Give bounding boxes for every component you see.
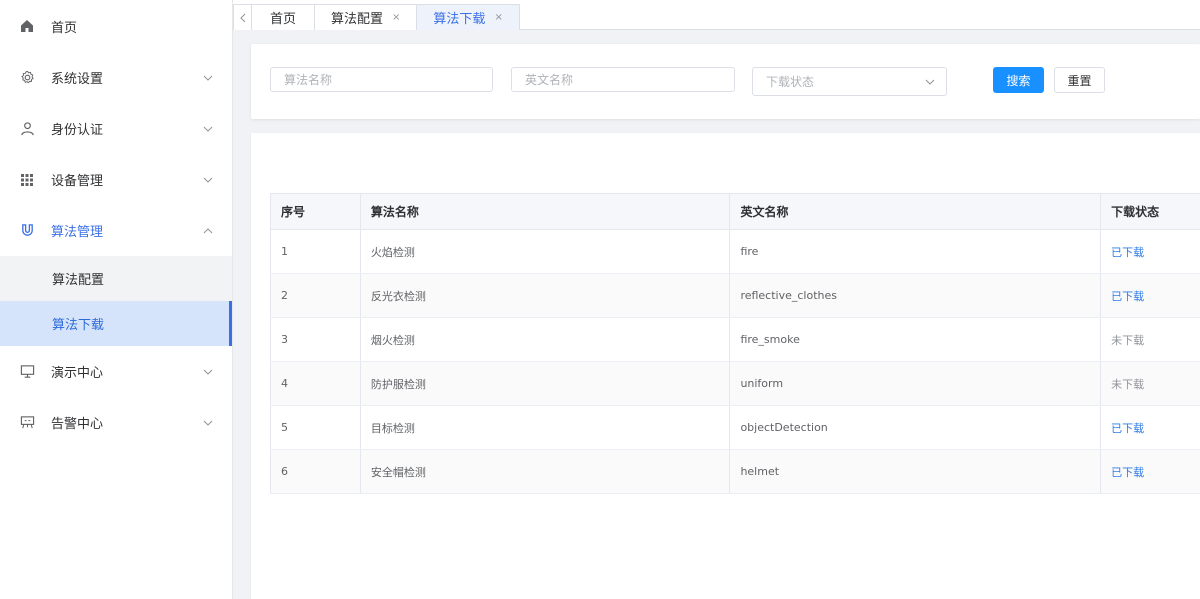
user-icon <box>18 120 36 138</box>
sidebar-item-label: 首页 <box>51 20 78 36</box>
cell-index: 3 <box>270 317 361 362</box>
sidebar-item-demo-center[interactable]: 演示中心 <box>0 346 232 397</box>
column-header-algorithm-name: 算法名称 <box>359 193 731 230</box>
sidebar-subitem-label: 算法配置 <box>52 273 105 288</box>
sidebar-item-label: 告警中心 <box>51 417 104 432</box>
sidebar-subitem-algorithm-download[interactable]: 算法下载 <box>0 301 232 346</box>
table-row[interactable]: 3 烟火检测 fire_smoke 未下载 <box>270 317 1200 362</box>
sidebar-item-home[interactable]: 首页 <box>0 0 232 52</box>
cell-english-name: fire_smoke <box>729 317 1101 362</box>
cell-english-name: uniform <box>729 361 1101 406</box>
column-header-download-status: 下载状态 <box>1100 193 1200 230</box>
input-placeholder: 算法名称 <box>284 73 333 87</box>
cell-index: 2 <box>270 273 361 318</box>
chevron-left-icon <box>239 13 245 22</box>
grid-icon <box>18 171 36 189</box>
cell-index: 1 <box>270 229 361 274</box>
home-icon <box>18 17 36 35</box>
cell-english-name: reflective_clothes <box>729 273 1101 318</box>
sidebar-item-label: 设备管理 <box>51 174 104 189</box>
tab-algorithm-download[interactable]: 算法下载 × <box>417 4 520 30</box>
sidebar-subitem-label: 算法下载 <box>52 318 105 333</box>
alarm-board-icon <box>18 414 36 432</box>
sidebar-item-system-settings[interactable]: 系统设置 <box>0 52 232 103</box>
sidebar-item-algorithm-management[interactable]: 算法管理 <box>0 205 232 256</box>
tab-label: 算法配置 <box>331 12 384 27</box>
tab-algorithm-config[interactable]: 算法配置 × <box>315 4 418 30</box>
tab-label: 算法下载 <box>433 12 486 27</box>
select-placeholder: 下载状态 <box>766 75 815 89</box>
magnet-icon <box>18 222 36 240</box>
column-header-index: 序号 <box>270 193 361 230</box>
tab-home[interactable]: 首页 <box>252 4 316 30</box>
sidebar-item-label: 算法管理 <box>51 225 104 240</box>
chevron-up-icon <box>203 227 213 233</box>
download-status-select[interactable]: 下载状态 <box>752 67 947 96</box>
cell-english-name: objectDetection <box>729 405 1101 450</box>
chevron-down-icon <box>203 369 213 375</box>
table-row[interactable]: 4 防护服检测 uniform 未下载 <box>270 361 1200 406</box>
cell-download-status[interactable]: 已下载 <box>1100 229 1200 274</box>
cell-download-status[interactable]: 已下载 <box>1100 405 1200 450</box>
chevron-down-icon <box>925 79 935 85</box>
sidebar-item-device-management[interactable]: 设备管理 <box>0 154 232 205</box>
cell-index: 5 <box>270 405 361 450</box>
reset-button[interactable]: 重置 <box>1054 67 1105 93</box>
cell-english-name: fire <box>729 229 1101 274</box>
cell-algorithm-name: 烟火检测 <box>359 317 730 362</box>
sidebar: 首页 系统设置 身份认证 设备管理 算法管理 算法配置 算法下载 演示中心 告警… <box>0 0 233 599</box>
cell-algorithm-name: 安全帽检测 <box>359 449 730 494</box>
sidebar-item-label: 身份认证 <box>51 123 104 138</box>
close-icon[interactable]: × <box>392 12 400 23</box>
table-row[interactable]: 1 火焰检测 fire 已下载 <box>270 229 1200 274</box>
cell-algorithm-name: 防护服检测 <box>359 361 730 406</box>
sidebar-item-alarm-center[interactable]: 告警中心 <box>0 397 232 448</box>
sidebar-subitem-algorithm-config[interactable]: 算法配置 <box>0 256 232 301</box>
table-header-row: 序号 算法名称 英文名称 下载状态 <box>270 193 1200 230</box>
cell-english-name: helmet <box>729 449 1101 494</box>
table-row[interactable]: 2 反光衣检测 reflective_clothes 已下载 <box>270 273 1200 318</box>
cell-download-status[interactable]: 未下载 <box>1100 317 1200 362</box>
tab-label: 首页 <box>270 12 297 27</box>
sidebar-item-label: 系统设置 <box>51 72 104 87</box>
monitor-icon <box>18 363 36 381</box>
table-row[interactable]: 5 目标检测 objectDetection 已下载 <box>270 405 1200 450</box>
search-button[interactable]: 搜索 <box>993 67 1044 93</box>
cell-download-status[interactable]: 未下载 <box>1100 361 1200 406</box>
algorithm-table: 序号 算法名称 英文名称 下载状态 1 火焰检测 fire 已下载 2 反光衣检… <box>270 193 1200 494</box>
table-row[interactable]: 6 安全帽检测 helmet 已下载 <box>270 449 1200 494</box>
chevron-down-icon <box>203 75 213 81</box>
tabs-bar: 首页 算法配置 × 算法下载 × <box>233 0 1200 30</box>
sidebar-item-label: 演示中心 <box>51 366 104 381</box>
chevron-down-icon <box>203 126 213 132</box>
cell-algorithm-name: 目标检测 <box>359 405 730 450</box>
search-card: 算法名称 英文名称 下载状态 搜索 重置 <box>251 44 1200 119</box>
close-icon[interactable]: × <box>494 12 502 23</box>
column-header-english-name: 英文名称 <box>729 193 1102 230</box>
cell-index: 6 <box>270 449 361 494</box>
algorithm-name-input[interactable]: 算法名称 <box>270 67 493 92</box>
tab-scroll-left-button[interactable] <box>233 4 252 30</box>
cell-algorithm-name: 反光衣检测 <box>359 273 730 318</box>
sidebar-item-identity-auth[interactable]: 身份认证 <box>0 103 232 154</box>
chevron-down-icon <box>203 177 213 183</box>
input-placeholder: 英文名称 <box>525 73 574 87</box>
cell-index: 4 <box>270 361 361 406</box>
english-name-input[interactable]: 英文名称 <box>511 67 735 92</box>
chevron-down-icon <box>203 420 213 426</box>
cell-algorithm-name: 火焰检测 <box>359 229 730 274</box>
gear-icon <box>18 69 36 87</box>
table-card: 序号 算法名称 英文名称 下载状态 1 火焰检测 fire 已下载 2 反光衣检… <box>251 133 1200 599</box>
cell-download-status[interactable]: 已下载 <box>1100 273 1200 318</box>
cell-download-status[interactable]: 已下载 <box>1100 449 1200 494</box>
